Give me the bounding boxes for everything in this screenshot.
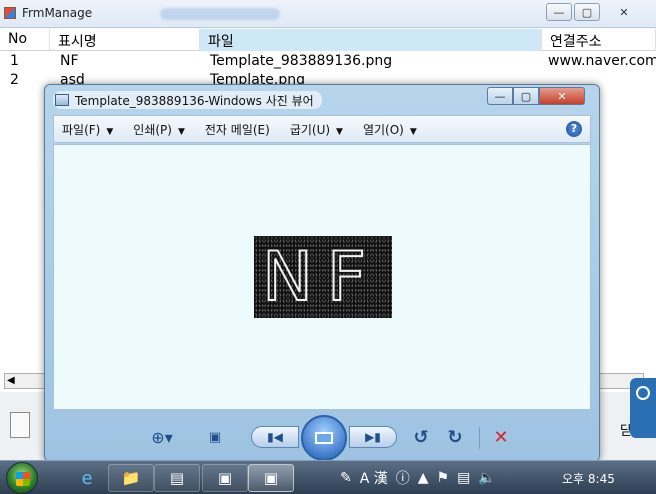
fit-window-icon[interactable]: ▣ — [203, 427, 227, 447]
taskbar: e 📁 ▤ ▣ ▣ ✎ A 漢 ⓘ ▲ ⚑ ▤ 🔈 오후 8:45 — [0, 460, 656, 494]
screen-icon — [315, 432, 333, 444]
menu-print[interactable]: 인쇄(P) ▼ — [133, 121, 185, 138]
frmmanage-title-bar: FrmManage — ▢ ✕ — [0, 0, 656, 28]
photo-viewer-taskbar-icon[interactable]: ▣ — [248, 464, 294, 492]
toolbar-divider — [479, 427, 480, 449]
photo-viewer-window: Template_983889136-Windows 사진 뷰어 — ▢ ✕ 파… — [44, 84, 600, 462]
start-button[interactable] — [6, 462, 38, 494]
scroll-left-icon[interactable]: ◀ — [7, 375, 15, 386]
console-window-icon[interactable]: ▤ — [154, 464, 200, 492]
table-row[interactable]: 1 NF Template_983889136.png www.naver.co… — [0, 53, 656, 71]
app-icon — [4, 7, 16, 19]
cell-no: 1 — [10, 53, 19, 69]
displayed-image: NF — [254, 236, 392, 318]
windows-logo-icon — [16, 472, 30, 486]
column-header-name[interactable]: 표시명 — [50, 29, 200, 51]
show-hidden-icons-icon[interactable]: ▲ — [418, 470, 429, 486]
frmmanage-close-button[interactable]: ✕ — [604, 3, 644, 21]
blurred-title-area — [160, 8, 280, 20]
clock[interactable]: 오후 8:45 — [562, 470, 615, 487]
network-icon[interactable]: ▤ — [457, 470, 470, 486]
language-bar-icon[interactable]: ✎ — [340, 470, 352, 486]
frmmanage-title: FrmManage — [22, 6, 93, 20]
zoom-icon[interactable]: ⊕▾ — [145, 427, 179, 447]
next-icon[interactable]: ▶▮ — [349, 426, 397, 448]
viewer-minimize-button[interactable]: — — [487, 87, 513, 105]
help-icon[interactable]: ⓘ — [396, 468, 410, 488]
viewer-close-button[interactable]: ✕ — [539, 87, 585, 105]
viewer-maximize-button[interactable]: ▢ — [513, 87, 539, 105]
menu-file[interactable]: 파일(F) ▼ — [62, 121, 113, 138]
column-header-no[interactable]: No — [0, 29, 50, 51]
ime-indicator[interactable]: A 漢 — [360, 468, 388, 488]
rotate-counterclockwise-icon[interactable]: ↺ — [409, 427, 433, 448]
chevron-down-icon: ▼ — [336, 126, 343, 137]
chevron-down-icon: ▼ — [409, 126, 417, 137]
image-text: NF — [261, 237, 380, 318]
viewer-menu-bar: 파일(F) ▼ 인쇄(P) ▼ 전자 메일(E) 굽기(U) ▼ 열기(O) ▼ ? — [53, 115, 591, 143]
delete-icon[interactable]: ✕ — [489, 427, 513, 448]
cell-file: Template_983889136.png — [210, 53, 393, 69]
system-tray: ✎ A 漢 ⓘ ▲ ⚑ ▤ 🔈 — [340, 467, 504, 489]
action-center-icon[interactable]: ⚑ — [437, 470, 450, 486]
photo-viewer-icon — [55, 94, 69, 106]
cell-name: NF — [60, 53, 79, 69]
frmmanage-maximize-button[interactable]: ▢ — [574, 3, 600, 21]
internet-explorer-icon[interactable]: e — [64, 464, 110, 492]
help-icon[interactable]: ? — [566, 121, 582, 137]
previous-icon[interactable]: ▮◀ — [251, 426, 299, 448]
document-icon — [10, 412, 30, 438]
grid-header: No 표시명 파일 연결주소 — [0, 29, 656, 51]
cell-no: 2 — [10, 72, 19, 88]
menu-open[interactable]: 열기(O) ▼ — [363, 121, 417, 138]
cell-url: www.naver.com — [548, 53, 656, 69]
viewer-title-bar: Template_983889136-Windows 사진 뷰어 — [53, 91, 322, 109]
viewer-toolbar: ⊕▾ ▣ ▮◀ ▶▮ ↺ ↻ ✕ — [53, 411, 591, 461]
app-window-icon[interactable]: ▣ — [202, 464, 248, 492]
viewer-title: Template_983889136-Windows 사진 뷰어 — [75, 93, 314, 108]
explorer-folder-icon[interactable]: 📁 — [108, 464, 154, 492]
menu-burn[interactable]: 굽기(U) ▼ — [290, 121, 343, 138]
chevron-down-icon: ▼ — [177, 126, 185, 137]
teamviewer-tab[interactable] — [630, 378, 656, 438]
frmmanage-minimize-button[interactable]: — — [546, 3, 572, 21]
column-header-file[interactable]: 파일 — [200, 29, 542, 51]
volume-icon[interactable]: 🔈 — [478, 470, 495, 486]
slideshow-icon[interactable] — [301, 415, 347, 461]
rotate-clockwise-icon[interactable]: ↻ — [443, 427, 467, 448]
column-header-url[interactable]: 연결주소 — [542, 29, 656, 51]
teamviewer-icon — [636, 386, 650, 400]
chevron-down-icon: ▼ — [106, 126, 114, 137]
image-canvas: NF — [53, 144, 591, 410]
menu-email[interactable]: 전자 메일(E) — [205, 121, 270, 138]
